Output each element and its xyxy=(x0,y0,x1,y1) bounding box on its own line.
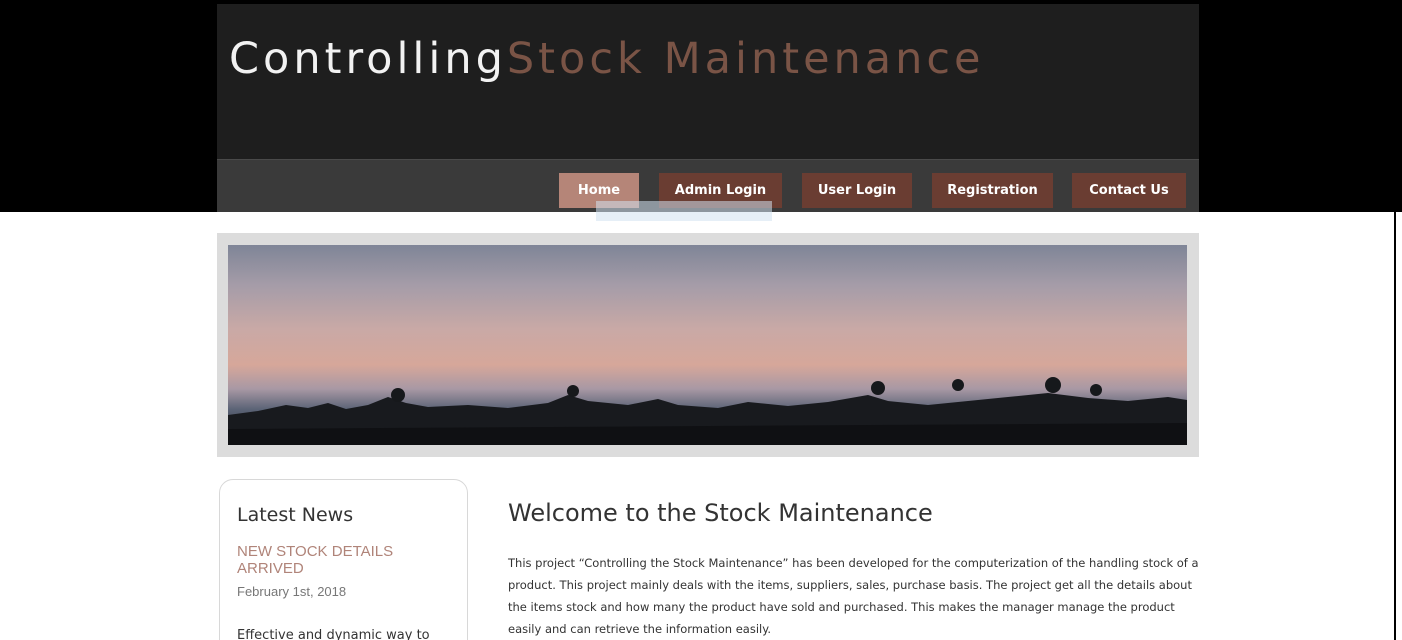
site-logo[interactable]: ControllingStock Maintenance xyxy=(229,38,984,81)
page-edge xyxy=(1394,0,1396,640)
nav-registration[interactable]: Registration xyxy=(932,173,1053,208)
logo-text-primary: Controlling xyxy=(229,34,507,84)
nav-user-login[interactable]: User Login xyxy=(802,173,912,208)
news-date: February 1st, 2018 xyxy=(237,584,347,599)
site-header: ControllingStock Maintenance Home Admin … xyxy=(217,4,1199,212)
news-excerpt: Effective and dynamic way to xyxy=(237,628,430,640)
intro-paragraph: This project “Controlling the Stock Main… xyxy=(508,556,1199,636)
page-title: Welcome to the Stock Maintenance xyxy=(508,499,933,527)
hero-banner xyxy=(217,233,1199,457)
news-panel-title: Latest News xyxy=(237,504,354,526)
news-headline-link[interactable]: NEW STOCK DETAILS ARRIVED xyxy=(237,543,457,577)
latest-news-panel: Latest News NEW STOCK DETAILS ARRIVED Fe… xyxy=(219,479,468,640)
faded-tooltip-overlay xyxy=(596,201,772,221)
nav-contact-us[interactable]: Contact Us xyxy=(1072,173,1186,208)
logo-text-accent: Stock Maintenance xyxy=(506,34,985,84)
sunset-landscape-image xyxy=(228,245,1187,445)
